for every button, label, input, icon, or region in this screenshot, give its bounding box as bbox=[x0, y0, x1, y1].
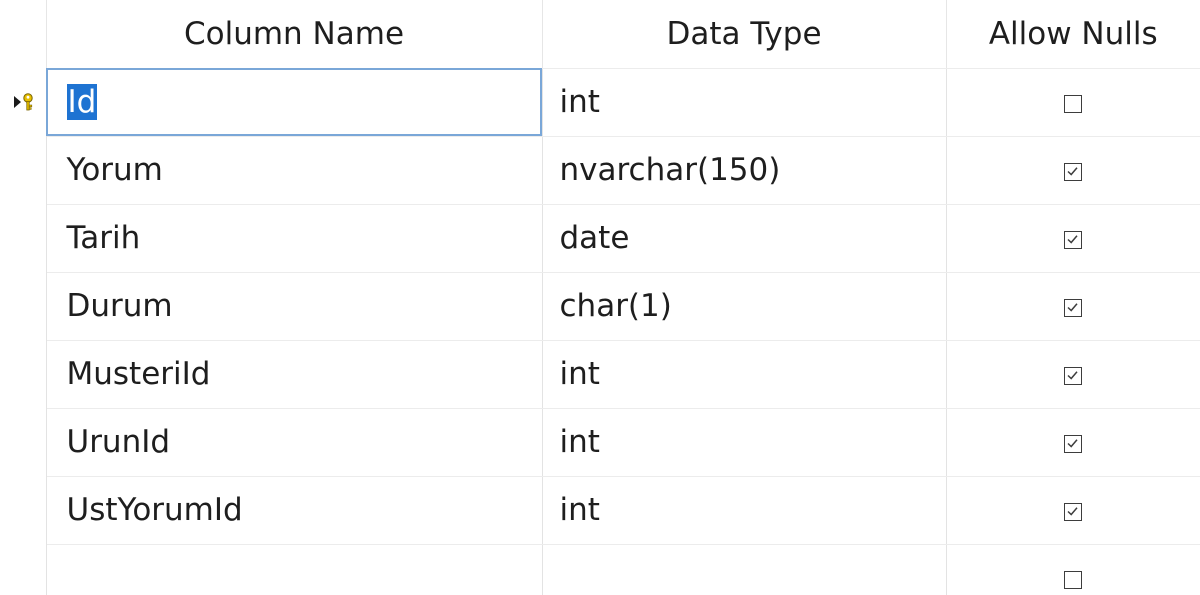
column-name-cell[interactable]: UstYorumId bbox=[46, 476, 543, 545]
allow-nulls-checkbox-checked[interactable] bbox=[1064, 434, 1083, 453]
column-name-text: UstYorumId bbox=[66, 492, 243, 528]
allow-nulls-checkbox[interactable] bbox=[1064, 570, 1083, 589]
data-type-text: date bbox=[559, 220, 630, 256]
column-name-cell[interactable]: Durum bbox=[46, 272, 543, 341]
column-name-cell[interactable] bbox=[46, 544, 543, 595]
table-designer-grid: Column Name Data Type Allow Nulls Id int Y… bbox=[0, 0, 1200, 595]
header-row: Column Name Data Type Allow Nulls bbox=[0, 0, 1200, 69]
data-type-cell[interactable]: int bbox=[542, 340, 947, 409]
column-name-text: Durum bbox=[66, 288, 173, 324]
data-type-cell[interactable]: int bbox=[542, 408, 947, 477]
allow-nulls-checkbox-checked[interactable] bbox=[1064, 230, 1083, 249]
data-type-cell[interactable]: int bbox=[542, 476, 947, 545]
data-type-cell[interactable]: int bbox=[542, 68, 947, 137]
data-type-text: char(1) bbox=[559, 288, 672, 324]
row-selector[interactable] bbox=[0, 68, 47, 136]
column-name-cell[interactable]: Tarih bbox=[46, 204, 543, 273]
table-row[interactable]: Tarih date bbox=[0, 204, 1200, 273]
table-row[interactable]: UrunId int bbox=[0, 408, 1200, 477]
allow-nulls-checkbox-checked[interactable] bbox=[1064, 298, 1083, 317]
allow-nulls-cell bbox=[946, 68, 1200, 137]
allow-nulls-cell bbox=[946, 544, 1200, 595]
row-selector-header bbox=[0, 0, 47, 68]
data-type-text: int bbox=[559, 84, 600, 120]
column-name-cell[interactable]: Yorum bbox=[46, 136, 543, 205]
allow-nulls-checkbox-checked[interactable] bbox=[1064, 162, 1083, 181]
allow-nulls-header[interactable]: Allow Nulls bbox=[946, 0, 1200, 69]
allow-nulls-cell bbox=[946, 136, 1200, 205]
column-name-text: Id bbox=[66, 84, 98, 120]
column-name-text: Yorum bbox=[66, 152, 163, 188]
data-type-text: nvarchar(150) bbox=[559, 152, 781, 188]
allow-nulls-checkbox[interactable] bbox=[1064, 94, 1083, 113]
row-selector[interactable] bbox=[0, 340, 47, 408]
allow-nulls-checkbox-checked[interactable] bbox=[1064, 502, 1083, 521]
column-name-header[interactable]: Column Name bbox=[46, 0, 543, 69]
table-row[interactable]: UstYorumId int bbox=[0, 476, 1200, 545]
row-selector[interactable] bbox=[0, 476, 47, 544]
row-selector[interactable] bbox=[0, 544, 47, 595]
columns-grid: Column Name Data Type Allow Nulls Id int Y… bbox=[0, 0, 1200, 595]
table-row[interactable]: Durum char(1) bbox=[0, 272, 1200, 341]
table-row[interactable]: MusteriId int bbox=[0, 340, 1200, 409]
row-selector[interactable] bbox=[0, 136, 47, 204]
column-name-text: Tarih bbox=[66, 220, 141, 256]
allow-nulls-cell bbox=[946, 408, 1200, 477]
column-rows: Id int Yorum nvarchar(150) Tarih date Durum cha… bbox=[0, 68, 1200, 595]
column-name-cell[interactable]: UrunId bbox=[46, 408, 543, 477]
column-name-text: UrunId bbox=[66, 424, 171, 460]
data-type-text: int bbox=[559, 356, 600, 392]
column-name-cell[interactable]: MusteriId bbox=[46, 340, 543, 409]
data-type-text: int bbox=[559, 424, 600, 460]
column-name-text: MusteriId bbox=[66, 356, 211, 392]
table-row[interactable] bbox=[0, 544, 1200, 595]
row-selector[interactable] bbox=[0, 204, 47, 272]
current-row-arrow-icon bbox=[14, 96, 21, 108]
data-type-header[interactable]: Data Type bbox=[542, 0, 947, 69]
primary-key-icon bbox=[22, 93, 34, 111]
row-selector[interactable] bbox=[0, 408, 47, 476]
column-name-cell[interactable]: Id bbox=[46, 68, 543, 137]
allow-nulls-checkbox-checked[interactable] bbox=[1064, 366, 1083, 385]
allow-nulls-cell bbox=[946, 340, 1200, 409]
data-type-cell[interactable]: nvarchar(150) bbox=[542, 136, 947, 205]
allow-nulls-cell bbox=[946, 476, 1200, 545]
data-type-cell[interactable] bbox=[542, 544, 947, 595]
row-indicator bbox=[14, 93, 34, 111]
data-type-cell[interactable]: date bbox=[542, 204, 947, 273]
allow-nulls-cell bbox=[946, 204, 1200, 273]
row-selector[interactable] bbox=[0, 272, 47, 340]
data-type-text: int bbox=[559, 492, 600, 528]
table-row[interactable]: Id int bbox=[0, 68, 1200, 137]
table-row[interactable]: Yorum nvarchar(150) bbox=[0, 136, 1200, 205]
allow-nulls-cell bbox=[946, 272, 1200, 341]
data-type-cell[interactable]: char(1) bbox=[542, 272, 947, 341]
